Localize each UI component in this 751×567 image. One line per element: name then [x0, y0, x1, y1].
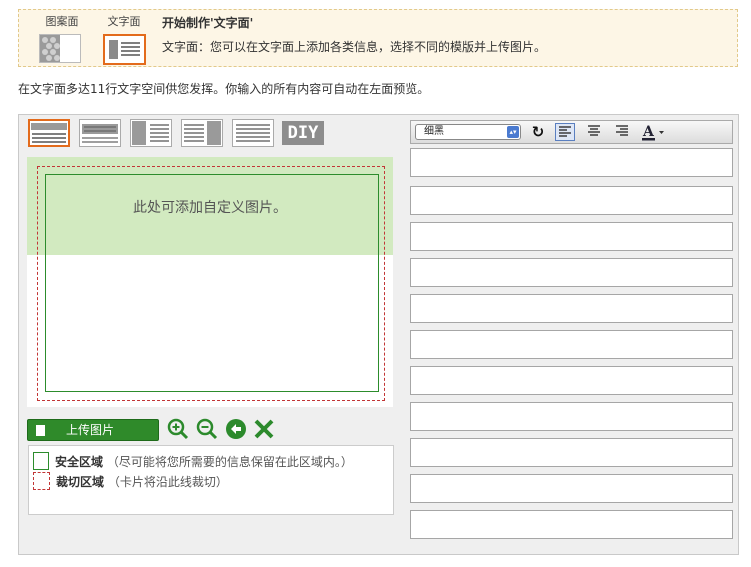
text-format-toolbar: 细黑 ▴▾ ↻ A	[410, 120, 733, 144]
svg-text:A: A	[642, 124, 655, 140]
layout-option-4[interactable]	[181, 119, 223, 147]
legend-cut-title: 裁切区域	[56, 475, 105, 489]
upload-image-label: 上传图片	[66, 423, 115, 437]
text-line-11[interactable]	[410, 510, 733, 539]
pattern-side-thumbnail[interactable]	[39, 34, 81, 63]
tab-pattern-side-label: 图案面	[45, 15, 79, 28]
text-thumbnail-icon	[108, 39, 141, 60]
layout-4-icon	[184, 121, 221, 145]
text-line-3[interactable]	[410, 222, 733, 251]
legend-safe: 安全区域 （尽可能将您所需要的信息保留在此区域内。）	[33, 452, 389, 472]
layout-option-1[interactable]	[28, 119, 70, 147]
layout-option-3[interactable]	[130, 119, 172, 147]
upload-image-button[interactable]: 上传图片	[27, 419, 159, 441]
side-selector-banner: 图案面 文字面 开始制作'文字面' 文字面：您可以在文字面上添加各类信息，选择不…	[18, 9, 738, 67]
text-line-8[interactable]	[410, 402, 733, 431]
zoom-out-icon[interactable]	[196, 418, 218, 440]
banner-title: 开始制作'文字面'	[162, 16, 254, 30]
align-center-icon[interactable]	[584, 123, 604, 141]
align-left-icon[interactable]	[555, 123, 575, 141]
safe-area	[45, 174, 379, 392]
layout-1-icon	[31, 123, 67, 143]
text-side-thumbnail[interactable]	[103, 34, 146, 65]
delete-icon[interactable]	[253, 418, 275, 440]
area-legend: 安全区域 （尽可能将您所需要的信息保留在此区域内。） 裁切区域 （卡片将沿此线裁…	[28, 445, 394, 515]
layout-2-icon	[82, 124, 118, 143]
tab-text-side-label: 文字面	[107, 15, 141, 28]
text-line-5[interactable]	[410, 294, 733, 323]
layout-option-2[interactable]	[79, 119, 121, 147]
upload-icon	[36, 425, 45, 436]
layout-5-icon	[236, 124, 270, 142]
text-side-editor: DIY 此处可添加自定义图片。 上传图片 安全区域 （尽可能将您所需要的信息保留…	[18, 114, 739, 555]
reset-icon[interactable]: ↻	[528, 123, 548, 141]
card-preview: 此处可添加自定义图片。	[27, 157, 393, 407]
legend-safe-title: 安全区域	[55, 455, 104, 469]
text-line-1[interactable]	[410, 148, 733, 177]
layout-3-icon	[132, 121, 169, 145]
banner-description: 文字面：您可以在文字面上添加各类信息，选择不同的模版并上传图片。	[162, 40, 547, 54]
safe-area-swatch	[33, 452, 49, 470]
zoom-in-icon[interactable]	[167, 418, 189, 440]
legend-cut: 裁切区域 （卡片将沿此线裁切）	[33, 472, 389, 492]
pattern-thumbnail-icon	[40, 35, 60, 62]
text-line-6[interactable]	[410, 330, 733, 359]
text-line-4[interactable]	[410, 258, 733, 287]
rotate-icon[interactable]	[225, 418, 247, 440]
text-line-2[interactable]	[410, 186, 733, 215]
select-arrows-icon: ▴▾	[507, 126, 519, 138]
text-line-10[interactable]	[410, 474, 733, 503]
font-select[interactable]: 细黑 ▴▾	[415, 124, 521, 140]
intro-text: 在文字面多达11行文字空间供您发挥。你输入的所有内容可自动在左面预览。	[18, 82, 430, 96]
font-color-icon[interactable]: A	[641, 123, 667, 141]
align-right-icon[interactable]	[612, 123, 632, 141]
text-line-9[interactable]	[410, 438, 733, 467]
tab-text-side[interactable]: 文字面	[103, 14, 145, 30]
legend-safe-desc: （尽可能将您所需要的信息保留在此区域内。）	[106, 455, 353, 469]
tab-pattern-side[interactable]: 图案面	[41, 14, 83, 30]
legend-cut-desc: （卡片将沿此线裁切）	[107, 475, 228, 489]
text-line-7[interactable]	[410, 366, 733, 395]
layout-option-5[interactable]	[232, 119, 274, 147]
cut-line-swatch	[33, 472, 50, 490]
font-select-value: 细黑	[424, 126, 444, 137]
layout-option-diy[interactable]: DIY	[282, 121, 324, 145]
